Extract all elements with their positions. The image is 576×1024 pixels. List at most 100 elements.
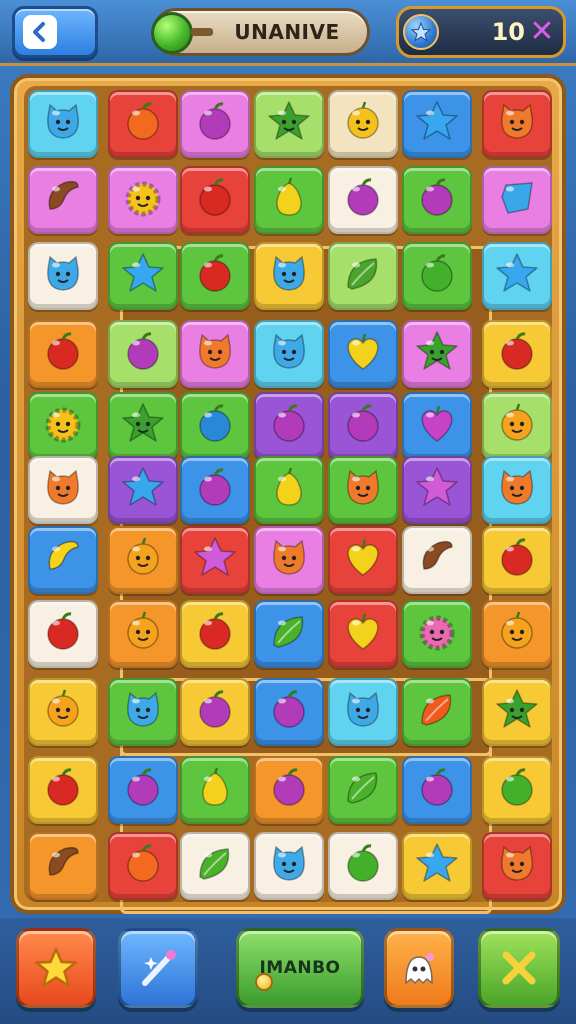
tile-r3-c3[interactable] <box>180 242 250 310</box>
tile-r9-c7[interactable] <box>482 678 552 746</box>
tile-r1-c3[interactable] <box>180 90 250 158</box>
tile-r1-c5[interactable] <box>328 90 398 158</box>
blob-face-icon <box>338 685 388 739</box>
tile-r10-c3[interactable] <box>180 756 250 824</box>
tile-r2-c1[interactable] <box>28 166 98 234</box>
tile-r4-c2[interactable] <box>108 320 178 388</box>
tile-r10-c7[interactable] <box>482 756 552 824</box>
tile-r4-c7[interactable] <box>482 320 552 388</box>
tile-r9-c6[interactable] <box>402 678 472 746</box>
blob-face-icon <box>38 97 88 151</box>
tile-r5-c5[interactable] <box>328 392 398 460</box>
tile-r4-c1[interactable] <box>28 320 98 388</box>
tile-r2-c7[interactable] <box>482 166 552 234</box>
tile-r2-c3[interactable] <box>180 166 250 234</box>
tile-r7-c2[interactable] <box>108 526 178 594</box>
tile-r8-c2[interactable] <box>108 600 178 668</box>
tile-r5-c1[interactable] <box>28 392 98 460</box>
tile-r3-c7[interactable] <box>482 242 552 310</box>
tile-r2-c5[interactable] <box>328 166 398 234</box>
tile-r11-c5[interactable] <box>328 832 398 900</box>
tile-r11-c3[interactable] <box>180 832 250 900</box>
tile-r1-c7[interactable] <box>482 90 552 158</box>
tile-r7-c5[interactable] <box>328 526 398 594</box>
tile-r3-c4[interactable] <box>254 242 324 310</box>
plum-icon <box>412 173 462 227</box>
tile-r6-c6[interactable] <box>402 456 472 524</box>
tile-r6-c4[interactable] <box>254 456 324 524</box>
tile-r10-c2[interactable] <box>108 756 178 824</box>
leaf-star-icon <box>492 685 542 739</box>
tile-r6-c5[interactable] <box>328 456 398 524</box>
tile-r4-c6[interactable] <box>402 320 472 388</box>
tomato-icon <box>190 607 240 661</box>
tile-r2-c6[interactable] <box>402 166 472 234</box>
tile-r7-c4[interactable] <box>254 526 324 594</box>
tile-r3-c5[interactable] <box>328 242 398 310</box>
tile-r7-c1[interactable] <box>28 526 98 594</box>
tomato-icon <box>190 173 240 227</box>
tile-r10-c5[interactable] <box>328 756 398 824</box>
tile-r5-c4[interactable] <box>254 392 324 460</box>
berry-icon <box>190 399 240 453</box>
tile-r1-c6[interactable] <box>402 90 472 158</box>
tile-r9-c4[interactable] <box>254 678 324 746</box>
tile-r1-c2[interactable] <box>108 90 178 158</box>
tile-r2-c4[interactable] <box>254 166 324 234</box>
tile-r6-c3[interactable] <box>180 456 250 524</box>
tile-r11-c1[interactable] <box>28 832 98 900</box>
tile-r9-c1[interactable] <box>28 678 98 746</box>
close-button[interactable]: ✕ <box>527 17 557 47</box>
tile-r9-c2[interactable] <box>108 678 178 746</box>
magic-booster-button[interactable] <box>118 928 198 1008</box>
tile-r5-c6[interactable] <box>402 392 472 460</box>
apple-icon <box>412 249 462 303</box>
tile-r3-c2[interactable] <box>108 242 178 310</box>
tile-r11-c4[interactable] <box>254 832 324 900</box>
tile-r7-c3[interactable] <box>180 526 250 594</box>
chevron-left-icon <box>23 15 57 49</box>
tile-r6-c1[interactable] <box>28 456 98 524</box>
tile-r1-c1[interactable] <box>28 90 98 158</box>
tile-r10-c4[interactable] <box>254 756 324 824</box>
tile-r5-c2[interactable] <box>108 392 178 460</box>
tile-r4-c5[interactable] <box>328 320 398 388</box>
tile-r3-c1[interactable] <box>28 242 98 310</box>
tile-r4-c3[interactable] <box>180 320 250 388</box>
level-orb-icon <box>151 12 193 54</box>
tile-r5-c7[interactable] <box>482 392 552 460</box>
plum-icon <box>264 399 314 453</box>
tile-r8-c7[interactable] <box>482 600 552 668</box>
tile-r8-c4[interactable] <box>254 600 324 668</box>
tile-r5-c3[interactable] <box>180 392 250 460</box>
tile-r7-c7[interactable] <box>482 526 552 594</box>
star-icon <box>412 839 462 893</box>
ghost-booster-button[interactable] <box>384 928 454 1008</box>
tile-r9-c5[interactable] <box>328 678 398 746</box>
tile-r3-c6[interactable] <box>402 242 472 310</box>
tile-r7-c6[interactable] <box>402 526 472 594</box>
tile-r4-c4[interactable] <box>254 320 324 388</box>
tile-r8-c5[interactable] <box>328 600 398 668</box>
tile-r11-c2[interactable] <box>108 832 178 900</box>
cancel-button[interactable] <box>478 928 560 1008</box>
tile-r10-c1[interactable] <box>28 756 98 824</box>
tile-r6-c2[interactable] <box>108 456 178 524</box>
tile-r1-c4[interactable] <box>254 90 324 158</box>
tile-r8-c3[interactable] <box>180 600 250 668</box>
tile-r8-c1[interactable] <box>28 600 98 668</box>
center-action-button[interactable]: IMANBO <box>236 928 364 1008</box>
tile-r2-c2[interactable] <box>108 166 178 234</box>
tile-r8-c6[interactable] <box>402 600 472 668</box>
tile-r11-c6[interactable] <box>402 832 472 900</box>
level-banner: UNANIVE <box>151 8 370 56</box>
tile-r9-c3[interactable] <box>180 678 250 746</box>
star-booster-button[interactable] <box>16 928 96 1008</box>
banana-icon <box>38 533 88 587</box>
tile-r11-c7[interactable] <box>482 832 552 900</box>
score-counter: 10 ✕ <box>396 6 566 58</box>
tile-r10-c6[interactable] <box>402 756 472 824</box>
back-button[interactable] <box>12 6 98 58</box>
tile-r6-c7[interactable] <box>482 456 552 524</box>
tomato-icon <box>38 327 88 381</box>
